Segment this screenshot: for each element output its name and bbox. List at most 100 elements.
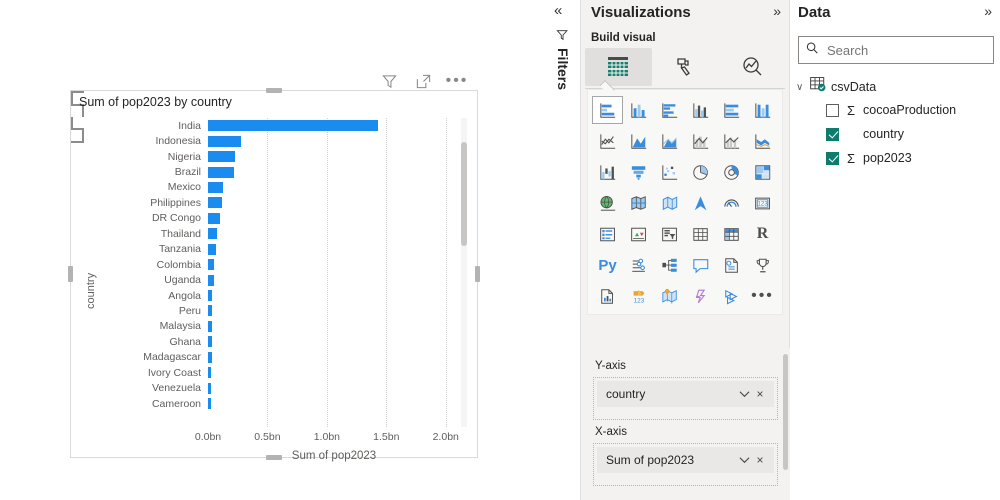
field-checkbox[interactable] [826, 127, 839, 141]
filter-icon[interactable] [380, 72, 398, 90]
bar-row[interactable] [208, 180, 459, 195]
tab-build-visual[interactable] [585, 48, 652, 86]
remove-field-icon[interactable]: × [752, 453, 768, 467]
chevron-down-icon[interactable] [736, 453, 752, 467]
field-checkbox[interactable] [826, 151, 839, 165]
bar-row[interactable] [208, 272, 459, 287]
scatter-chart[interactable] [654, 158, 685, 186]
visual-type-gallery[interactable]: 123 R Py 123 ••• [587, 89, 783, 315]
resize-handle-left[interactable] [68, 266, 73, 282]
bar-row[interactable] [208, 164, 459, 179]
bar-row[interactable] [208, 365, 459, 380]
stacked-column-chart[interactable] [623, 96, 654, 124]
well-field-chip[interactable]: Sum of pop2023 × [597, 447, 774, 473]
bar[interactable] [208, 243, 216, 255]
key-influencers-visual[interactable] [623, 251, 654, 279]
arcgis-maps-visual[interactable] [654, 282, 685, 310]
ribbon-chart[interactable] [747, 127, 778, 155]
data-search-box[interactable] [798, 36, 994, 64]
card-visual[interactable]: 123 [747, 189, 778, 217]
more-visuals[interactable]: ••• [747, 282, 778, 310]
clustered-bar-chart[interactable] [654, 96, 685, 124]
bar[interactable] [208, 274, 214, 286]
filled-map-visual[interactable] [623, 189, 654, 217]
multi-row-card-visual[interactable] [592, 220, 623, 248]
data-field-row[interactable]: ΣcocoaProduction [790, 98, 1000, 122]
bar-row[interactable] [208, 380, 459, 395]
bar-row[interactable] [208, 257, 459, 272]
bar-row[interactable] [208, 303, 459, 318]
data-field-row[interactable]: Σcountry [790, 122, 1000, 146]
visio-visual[interactable] [716, 282, 747, 310]
chart-scrollbar-thumb[interactable] [461, 142, 467, 246]
bar-row[interactable] [208, 319, 459, 334]
bar[interactable] [208, 212, 221, 224]
stacked-area-chart[interactable] [654, 127, 685, 155]
python-visual[interactable]: Py [592, 251, 623, 279]
r-script-visual[interactable]: R [747, 220, 778, 248]
funnel-chart[interactable] [623, 158, 654, 186]
tab-analytics[interactable] [718, 48, 785, 86]
clustered-column-chart[interactable] [685, 96, 716, 124]
power-apps-visual[interactable]: 123 [623, 282, 654, 310]
bar[interactable] [208, 166, 234, 178]
bar-row[interactable] [208, 118, 459, 133]
bar-row[interactable] [208, 396, 459, 411]
chart-vertical-scrollbar[interactable] [461, 118, 467, 427]
kpi-visual[interactable] [623, 220, 654, 248]
bar-row[interactable] [208, 211, 459, 226]
resize-handle-right[interactable] [475, 266, 480, 282]
hundred-percent-stacked-column-chart[interactable] [747, 96, 778, 124]
data-pane-expand-icon[interactable]: » [984, 3, 992, 19]
bar[interactable] [208, 290, 213, 302]
waterfall-chart[interactable] [592, 158, 623, 186]
bar[interactable] [208, 228, 217, 240]
data-search-input[interactable] [825, 41, 987, 59]
data-field-row[interactable]: Σpop2023 [790, 146, 1000, 170]
qa-visual[interactable] [685, 251, 716, 279]
bar-row[interactable] [208, 350, 459, 365]
bar-chart-visual[interactable]: Sum of pop2023 by country country India I… [68, 88, 480, 462]
bar[interactable] [208, 320, 213, 332]
shape-map-visual[interactable] [654, 189, 685, 217]
bar-row[interactable] [208, 195, 459, 210]
well-empty-slot[interactable] [597, 473, 774, 482]
bar-row[interactable] [208, 133, 459, 148]
bar-row[interactable] [208, 334, 459, 349]
focus-mode-icon[interactable] [414, 72, 432, 90]
bar[interactable] [208, 197, 222, 209]
bar[interactable] [208, 382, 212, 394]
filters-pane-collapsed[interactable]: « Filters [545, 0, 581, 500]
line-chart[interactable] [592, 127, 623, 155]
bar[interactable] [208, 351, 212, 363]
table-visual[interactable] [685, 220, 716, 248]
bar-row[interactable] [208, 149, 459, 164]
bar[interactable] [208, 336, 213, 348]
matrix-visual[interactable] [716, 220, 747, 248]
power-automate-visual[interactable] [685, 282, 716, 310]
more-options-icon[interactable]: ••• [446, 72, 467, 90]
bar-row[interactable] [208, 242, 459, 257]
bar[interactable] [208, 151, 235, 163]
line-clustered-column-chart[interactable] [716, 127, 747, 155]
line-stacked-column-chart[interactable] [685, 127, 716, 155]
paginated-report-visual[interactable] [592, 282, 623, 310]
metrics-visual[interactable] [747, 251, 778, 279]
visualizations-expand-icon[interactable]: » [773, 3, 781, 19]
field-wells-scrollbar[interactable] [783, 354, 788, 470]
bar[interactable] [208, 120, 378, 132]
well-drop-zone-x-axis[interactable]: Sum of pop2023 × [593, 443, 778, 486]
decomposition-tree-visual[interactable] [654, 251, 685, 279]
hundred-percent-stacked-bar-chart[interactable] [716, 96, 747, 124]
remove-field-icon[interactable]: × [752, 387, 768, 401]
well-empty-slot[interactable] [597, 407, 774, 416]
data-table-csvdata[interactable]: ∨ csvData [790, 76, 1000, 98]
bar[interactable] [208, 181, 224, 193]
treemap-chart[interactable] [747, 158, 778, 186]
resize-handle-top[interactable] [266, 88, 282, 93]
bar[interactable] [208, 305, 213, 317]
field-checkbox[interactable] [826, 103, 839, 117]
map-visual[interactable] [592, 189, 623, 217]
smart-narrative-visual[interactable] [716, 251, 747, 279]
well-field-chip[interactable]: country × [597, 381, 774, 407]
